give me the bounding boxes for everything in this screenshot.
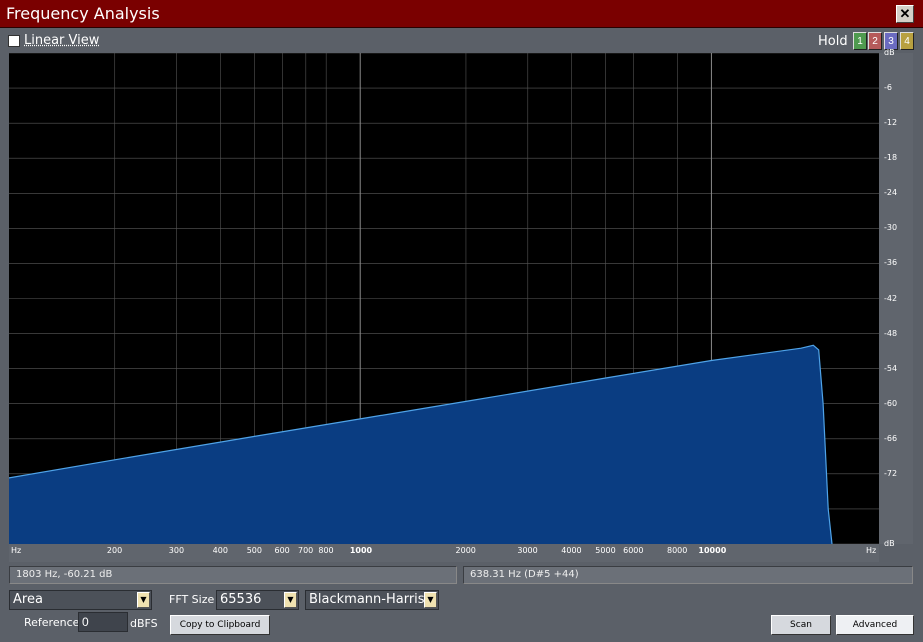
fft-size-label: FFT Size <box>169 593 215 606</box>
db-tick-label: -66 <box>884 433 898 443</box>
frequency-tick-label: 300 <box>168 546 185 555</box>
hold-button-2[interactable]: 2 <box>868 32 882 50</box>
reference-unit: dBFS <box>130 617 158 630</box>
display-mode-value: Area <box>13 592 43 607</box>
db-tick-label: -48 <box>884 328 898 338</box>
spectrum-plot[interactable] <box>9 53 879 544</box>
frequency-tick-label: 1000 <box>349 546 373 555</box>
close-icon: ✕ <box>899 6 911 21</box>
frequency-unit-label: Hz <box>11 546 22 555</box>
db-tick-label: -18 <box>884 153 898 163</box>
cursor-readout: 1803 Hz, -60.21 dB <box>9 566 457 584</box>
spectrum-area <box>9 345 832 544</box>
frequency-tick-label: 6000 <box>623 546 644 555</box>
frequency-tick-label: 10000 <box>698 546 727 555</box>
db-tick-label: -6 <box>884 83 892 93</box>
window-title: Frequency Analysis <box>6 4 160 23</box>
copy-to-clipboard-button[interactable]: Copy to Clipboard <box>170 615 270 635</box>
db-tick-label: -72 <box>884 468 898 478</box>
frequency-tick-label: 4000 <box>561 546 582 555</box>
fft-size-select[interactable]: 65536 ▼ <box>216 590 299 610</box>
hold-button-1[interactable]: 1 <box>853 32 867 50</box>
linear-view-label: Linear View <box>24 33 100 48</box>
peak-readout: 638.31 Hz (D#5 +44) <box>463 566 913 584</box>
db-tick-label: dB <box>884 539 895 548</box>
window-function-value: Blackmann-Harris <box>309 592 425 607</box>
frequency-tick-label: 2000 <box>455 546 476 555</box>
display-mode-select[interactable]: Area ▼ <box>9 590 152 610</box>
frequency-tick-label: 400 <box>212 546 228 555</box>
frequency-tick-label: 3000 <box>517 546 538 555</box>
db-tick-label: -36 <box>884 258 898 268</box>
reference-label: Reference <box>24 616 80 629</box>
hold-label: Hold <box>818 34 848 49</box>
frequency-tick-label: 8000 <box>666 546 688 555</box>
window-function-select[interactable]: Blackmann-Harris ▼ <box>305 590 439 610</box>
frequency-tick-label: 600 <box>274 546 290 555</box>
db-tick-label: -24 <box>884 188 898 198</box>
db-tick-label: -60 <box>884 398 898 408</box>
title-bar: Frequency Analysis ✕ <box>0 0 923 28</box>
hold-button-4[interactable]: 4 <box>900 32 914 50</box>
chevron-down-icon[interactable]: ▼ <box>284 592 297 608</box>
chevron-down-icon[interactable]: ▼ <box>424 592 437 608</box>
db-tick-label: -54 <box>884 363 898 373</box>
fft-size-value: 65536 <box>220 592 262 607</box>
linear-view-checkbox[interactable] <box>8 35 20 47</box>
db-tick-label: -42 <box>884 293 898 303</box>
frequency-tick-label: 200 <box>106 546 123 555</box>
frequency-tick-label: 700 <box>298 546 314 555</box>
db-tick-label: -12 <box>884 118 898 128</box>
db-tick-label: dB <box>884 48 895 57</box>
scan-button[interactable]: Scan <box>771 615 831 635</box>
db-tick-label: -30 <box>884 223 898 233</box>
advanced-button[interactable]: Advanced <box>836 615 914 635</box>
close-button[interactable]: ✕ <box>896 5 914 23</box>
frequency-tick-label: 5000 <box>595 546 616 555</box>
frequency-tick-label: 800 <box>318 546 334 555</box>
chevron-down-icon[interactable]: ▼ <box>137 592 150 608</box>
frequency-tick-label: 500 <box>246 546 262 555</box>
frequency-unit-label: Hz <box>866 546 877 555</box>
reference-input[interactable]: 0 <box>78 612 128 632</box>
frequency-scale <box>9 544 879 562</box>
